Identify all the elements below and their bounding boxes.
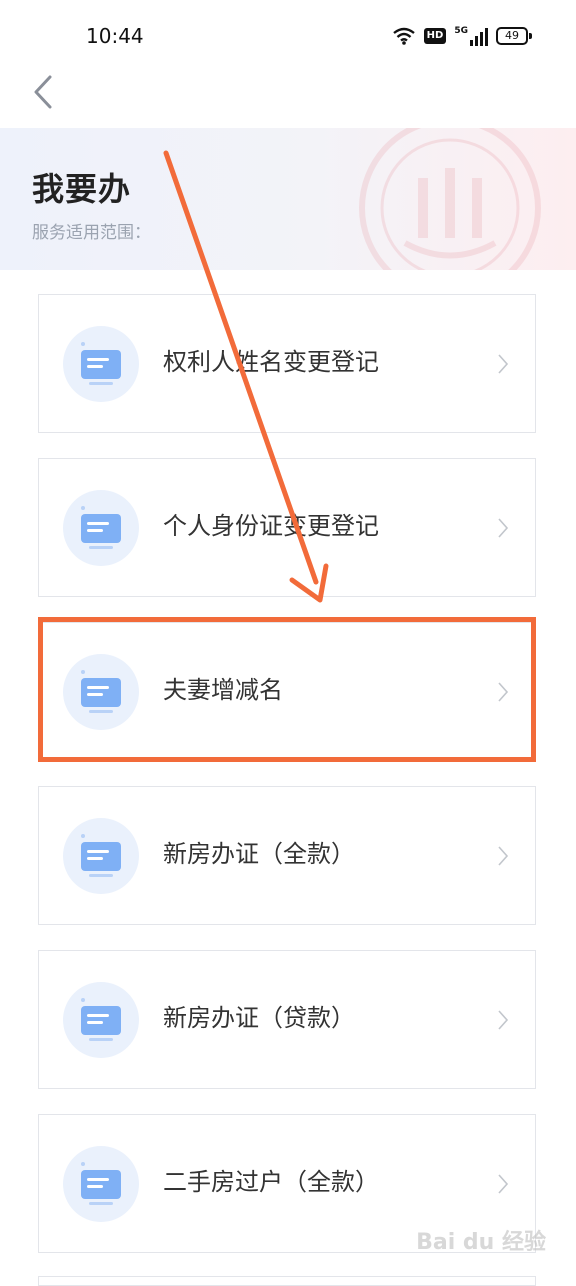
hd-badge: HD xyxy=(423,28,447,44)
service-item-new-house-full[interactable]: 新房办证（全款） xyxy=(38,786,536,925)
service-item-name-change[interactable]: 权利人姓名变更登记 xyxy=(38,294,536,433)
watermark: Bai du 经验 xyxy=(416,1230,546,1255)
service-item-label: 个人身份证变更登记 xyxy=(163,512,379,540)
chevron-right-icon xyxy=(498,682,509,702)
document-icon xyxy=(63,326,139,402)
document-icon xyxy=(63,654,139,730)
service-item-label: 新房办证（贷款） xyxy=(163,1004,355,1032)
chevron-right-icon xyxy=(498,354,509,374)
network-type-label: 5G xyxy=(454,26,468,36)
service-item-id-change[interactable]: 个人身份证变更登记 xyxy=(38,458,536,597)
service-item-label: 夫妻增减名 xyxy=(163,676,283,704)
chevron-left-icon xyxy=(34,75,52,109)
service-item-spouse-name[interactable]: 夫妻增减名 xyxy=(38,622,536,761)
chevron-right-icon xyxy=(498,1010,509,1030)
service-item-label: 二手房过户（全款） xyxy=(163,1168,379,1196)
service-item-label: 权利人姓名变更登记 xyxy=(163,348,379,376)
service-scope-label: 服务适用范围： xyxy=(32,223,151,243)
emblem-icon xyxy=(359,128,541,270)
wifi-icon xyxy=(392,27,415,45)
status-icons: HD 5G 49 xyxy=(392,24,532,48)
battery-level: 49 xyxy=(496,27,528,45)
chevron-right-icon xyxy=(498,846,509,866)
signal-icon: 5G xyxy=(454,26,488,46)
page-title: 我要办 xyxy=(32,170,132,208)
chevron-right-icon xyxy=(498,1174,509,1194)
service-item-label: 新房办证（全款） xyxy=(163,840,355,868)
battery-icon: 49 xyxy=(496,27,532,45)
document-icon xyxy=(63,818,139,894)
service-item-partial[interactable] xyxy=(38,1276,536,1286)
document-icon xyxy=(63,982,139,1058)
status-time: 10:44 xyxy=(86,24,144,48)
back-button[interactable] xyxy=(28,72,64,112)
header-banner: 我要办 服务适用范围： xyxy=(0,128,576,270)
chevron-right-icon xyxy=(498,518,509,538)
document-icon xyxy=(63,490,139,566)
service-item-new-house-loan[interactable]: 新房办证（贷款） xyxy=(38,950,536,1089)
document-icon xyxy=(63,1146,139,1222)
status-bar: 10:44 HD 5G 49 xyxy=(0,0,576,72)
